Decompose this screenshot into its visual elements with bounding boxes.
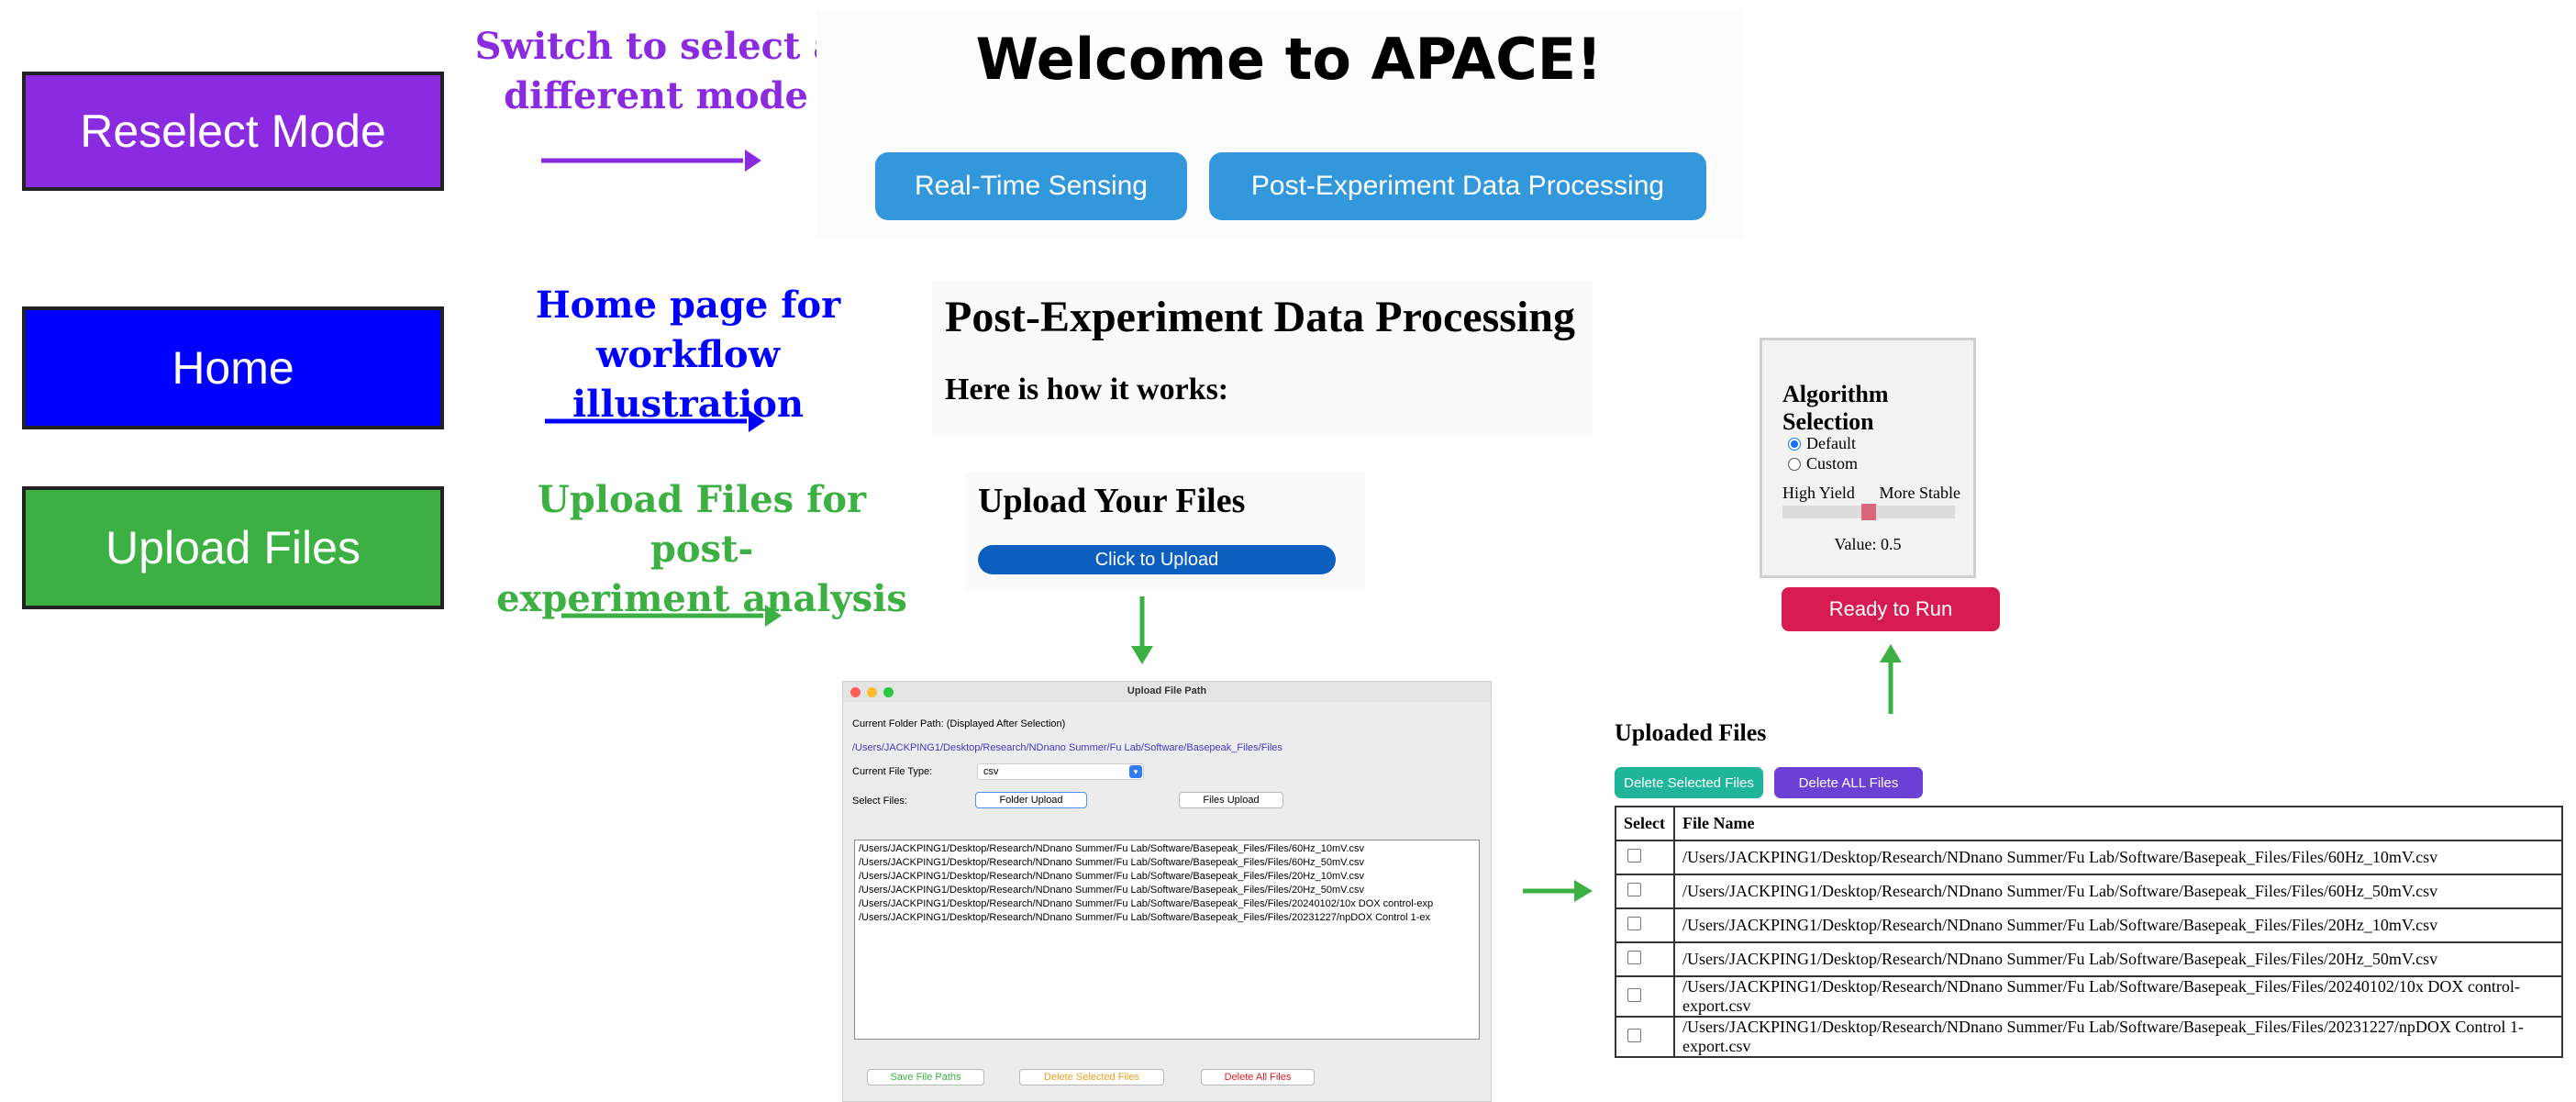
post-title: Post-Experiment Data Processing — [945, 293, 1575, 341]
file-name-cell: /Users/JACKPING1/Desktop/Research/NDnano… — [1673, 840, 2563, 875]
radio-default-label: Default — [1806, 434, 1856, 452]
upload-panel-title: Upload Your Files — [978, 482, 1246, 520]
radio-custom-label: Custom — [1806, 454, 1859, 473]
file-type-label: Current File Type: — [852, 766, 933, 777]
row-checkbox[interactable] — [1627, 917, 1641, 930]
table-row: /Users/JACKPING1/Desktop/Research/NDnano… — [1615, 840, 2563, 875]
row-checkbox[interactable] — [1627, 883, 1641, 896]
slider-right-label: More Stable — [1879, 484, 1960, 502]
file-paths-listbox[interactable]: /Users/JACKPING1/Desktop/Research/NDnano… — [854, 840, 1480, 1040]
up-arrow-icon — [1880, 644, 1902, 714]
row-checkbox[interactable] — [1627, 1028, 1641, 1042]
delete-all-files-button[interactable]: Delete All Files — [1201, 1069, 1315, 1085]
listbox-item[interactable]: /Users/JACKPING1/Desktop/Research/NDnano… — [859, 897, 1479, 911]
file-name-cell: /Users/JACKPING1/Desktop/Research/NDnano… — [1673, 975, 2563, 1018]
uploaded-files-table: Select File Name /Users/JACKPING1/Deskto… — [1615, 806, 2563, 1058]
dialog-title: Upload File Path — [1127, 685, 1207, 696]
file-name-column-header: File Name — [1673, 806, 2563, 841]
table-header-row: Select File Name — [1615, 806, 2563, 841]
row-checkbox-cell — [1615, 941, 1675, 977]
delete-selected-files-button[interactable]: Delete Selected Files — [1019, 1069, 1164, 1085]
delete-all-files-button[interactable]: Delete ALL Files — [1774, 767, 1923, 798]
slider-left-label: High Yield — [1782, 484, 1855, 502]
files-upload-button[interactable]: Files Upload — [1179, 792, 1283, 808]
listbox-item[interactable]: /Users/JACKPING1/Desktop/Research/NDnano… — [859, 884, 1479, 897]
ready-to-run-button[interactable]: Ready to Run — [1782, 587, 2000, 631]
post-subtitle: Here is how it works: — [945, 373, 1229, 406]
slider-value-text: Value: 0.5 — [1834, 535, 1902, 553]
select-files-label: Select Files: — [852, 796, 907, 807]
welcome-title: Welcome to APACE! — [975, 26, 1603, 93]
file-type-value: csv — [983, 766, 999, 777]
listbox-item[interactable]: /Users/JACKPING1/Desktop/Research/NDnano… — [859, 856, 1479, 870]
radio-default-option[interactable]: Default — [1788, 434, 1856, 453]
strategy-slider-thumb[interactable] — [1861, 504, 1876, 520]
uploaded-files-title: Uploaded Files — [1615, 719, 1767, 746]
file-name-cell: /Users/JACKPING1/Desktop/Research/NDnano… — [1673, 907, 2563, 943]
table-row: /Users/JACKPING1/Desktop/Research/NDnano… — [1615, 907, 2563, 943]
home-annotation-line-1: Home page for — [535, 284, 841, 327]
radio-unselected-icon[interactable] — [1788, 457, 1801, 471]
upload-file-path-dialog: Upload File Path Current Folder Path: (D… — [842, 681, 1492, 1102]
dialog-titlebar: Upload File Path — [843, 682, 1491, 702]
down-arrow-icon — [1131, 596, 1153, 664]
table-row: /Users/JACKPING1/Desktop/Research/NDnano… — [1615, 941, 2563, 977]
radio-selected-icon[interactable] — [1788, 437, 1801, 451]
row-checkbox-cell — [1615, 907, 1675, 943]
home-button[interactable]: Home — [22, 306, 444, 429]
chevron-down-icon[interactable]: ▾ — [1129, 765, 1142, 778]
row-checkbox-cell — [1615, 975, 1675, 1018]
table-row: /Users/JACKPING1/Desktop/Research/NDnano… — [1615, 874, 2563, 909]
radio-custom-option[interactable]: Custom — [1788, 454, 1858, 473]
row-checkbox[interactable] — [1627, 987, 1641, 1002]
listbox-item[interactable]: /Users/JACKPING1/Desktop/Research/NDnano… — [859, 911, 1479, 925]
listbox-item[interactable]: /Users/JACKPING1/Desktop/Research/NDnano… — [859, 870, 1479, 884]
reselect-annotation: Switch to select a different mode — [459, 22, 853, 121]
row-checkbox[interactable] — [1627, 849, 1641, 863]
save-file-paths-button[interactable]: Save File Paths — [867, 1069, 984, 1085]
reselect-mode-button[interactable]: Reselect Mode — [22, 72, 444, 191]
file-name-cell: /Users/JACKPING1/Desktop/Research/NDnano… — [1673, 1016, 2563, 1058]
row-checkbox-cell — [1615, 840, 1675, 875]
reselect-annotation-line-2: different mode — [504, 74, 808, 117]
reselect-arrow-icon — [541, 150, 761, 172]
row-checkbox-cell — [1615, 874, 1675, 909]
row-checkbox-cell — [1615, 1016, 1675, 1058]
folder-path-value: /Users/JACKPING1/Desktop/Research/NDnano… — [852, 742, 1282, 753]
folder-path-label: Current Folder Path: (Displayed After Se… — [852, 718, 1066, 729]
upload-annotation-line-1: Upload Files for post- — [537, 478, 867, 571]
table-row: /Users/JACKPING1/Desktop/Research/NDnano… — [1615, 1016, 2563, 1058]
upload-files-button[interactable]: Upload Files — [22, 486, 444, 609]
home-arrow-icon — [545, 410, 765, 432]
algorithm-card: Algorithm Selection Default Custom High … — [1760, 338, 1976, 578]
real-time-sensing-button[interactable]: Real-Time Sensing — [875, 152, 1187, 220]
file-name-cell: /Users/JACKPING1/Desktop/Research/NDnano… — [1673, 941, 2563, 977]
select-column-header: Select — [1615, 806, 1675, 841]
delete-selected-files-button[interactable]: Delete Selected Files — [1615, 767, 1763, 798]
file-name-cell: /Users/JACKPING1/Desktop/Research/NDnano… — [1673, 874, 2563, 909]
post-experiment-button[interactable]: Post-Experiment Data Processing — [1209, 152, 1706, 220]
algorithm-title: Algorithm Selection — [1782, 381, 1889, 435]
row-checkbox[interactable] — [1627, 951, 1641, 964]
upload-arrow-icon — [561, 605, 782, 627]
click-to-upload-button[interactable]: Click to Upload — [978, 545, 1336, 574]
table-row: /Users/JACKPING1/Desktop/Research/NDnano… — [1615, 975, 2563, 1018]
strategy-slider-track[interactable] — [1782, 504, 1955, 520]
listbox-item[interactable]: /Users/JACKPING1/Desktop/Research/NDnano… — [859, 842, 1479, 856]
file-type-select[interactable]: csv ▾ — [977, 763, 1144, 780]
reselect-annotation-line-1: Switch to select a — [474, 25, 838, 68]
folder-upload-button[interactable]: Folder Upload — [975, 792, 1087, 808]
right-arrow-icon — [1523, 880, 1593, 902]
